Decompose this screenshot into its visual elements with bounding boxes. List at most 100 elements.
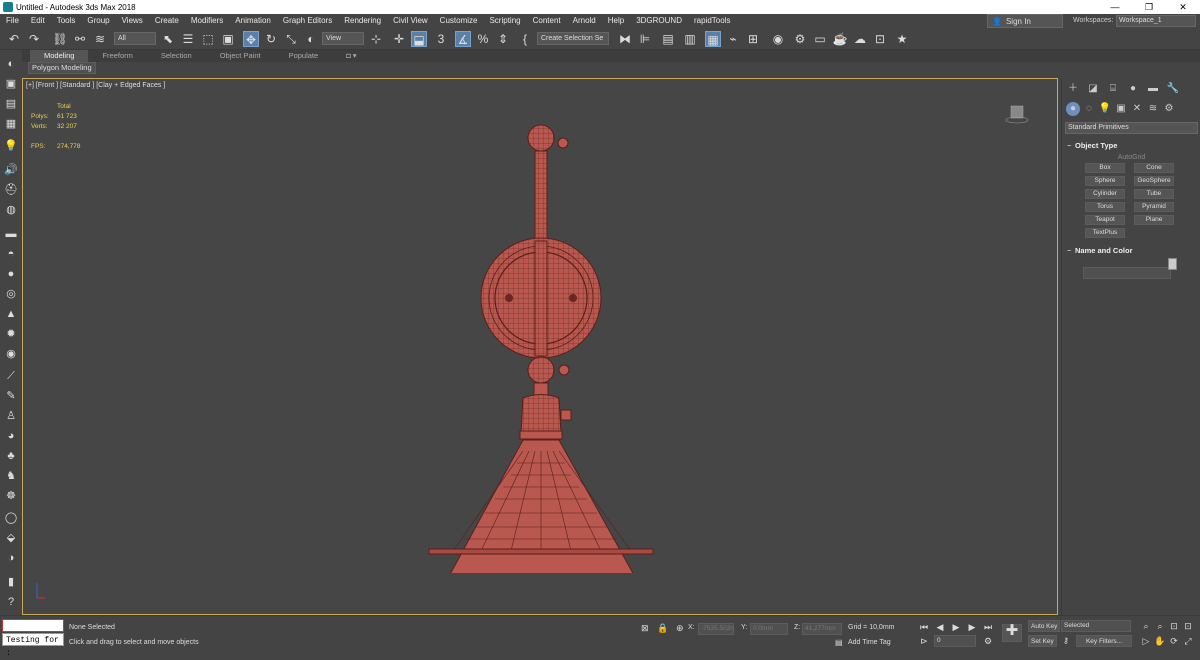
geosphere-button[interactable]: GeoSphere bbox=[1134, 176, 1174, 186]
render-in-cloud-icon[interactable]: ☁ bbox=[852, 31, 868, 47]
menu-scripting[interactable]: Scripting bbox=[483, 14, 526, 28]
previous-frame-icon[interactable]: ◀ bbox=[934, 621, 946, 633]
sky-sphere-icon[interactable]: ◯ bbox=[3, 510, 19, 526]
textplus-button[interactable]: TextPlus bbox=[1085, 228, 1125, 238]
render-setup-icon[interactable]: ⚙ bbox=[792, 31, 808, 47]
selection-lock-icon[interactable]: 🔒 bbox=[657, 623, 668, 634]
toggle-ribbon-icon[interactable]: ▦ bbox=[705, 31, 721, 47]
set-key-mode-button[interactable]: Set Key bbox=[1028, 635, 1057, 647]
isolate-selection-icon[interactable]: ⊠ bbox=[641, 623, 649, 634]
menu-edit[interactable]: Edit bbox=[25, 14, 51, 28]
add-time-tag-button[interactable]: Add Time Tag bbox=[848, 639, 891, 646]
box-button[interactable]: Box bbox=[1085, 163, 1125, 173]
x-coord-field[interactable]: -7535,502n bbox=[698, 623, 734, 635]
undo-icon[interactable]: ↶ bbox=[6, 31, 22, 47]
layout-tab-2-icon[interactable]: ▤ bbox=[3, 96, 19, 112]
motion-tab-icon[interactable]: ● bbox=[1126, 82, 1140, 96]
torus-icon[interactable]: ◎ bbox=[3, 286, 19, 302]
menu-civil-view[interactable]: Civil View bbox=[387, 14, 434, 28]
menu-modifiers[interactable]: Modifiers bbox=[185, 14, 229, 28]
toggle-scene-explorer-icon[interactable]: ▤ bbox=[660, 31, 676, 47]
angle-snap-icon[interactable]: ∡ bbox=[455, 31, 471, 47]
snaps-toggle-icon[interactable]: 3 bbox=[433, 31, 449, 47]
render-icon[interactable]: ◑ bbox=[3, 550, 19, 566]
orbit-icon[interactable]: ⟳ bbox=[1168, 635, 1180, 647]
tab-object-paint[interactable]: Object Paint bbox=[206, 50, 275, 62]
absolute-mode-icon[interactable]: ⊕ bbox=[676, 623, 684, 634]
ruler-icon[interactable]: ⟋ bbox=[3, 368, 19, 384]
globe-icon[interactable]: ◕ bbox=[3, 428, 19, 444]
select-and-move-icon[interactable]: ✥ bbox=[243, 31, 259, 47]
wrench-icon[interactable]: ✎ bbox=[3, 388, 19, 404]
help-icon[interactable]: ? bbox=[3, 594, 19, 610]
figure-icon[interactable]: ♙ bbox=[3, 408, 19, 424]
go-to-start-icon[interactable]: ⏮ bbox=[918, 621, 930, 633]
menu-group[interactable]: Group bbox=[81, 14, 115, 28]
modify-tab-icon[interactable]: ◪ bbox=[1086, 82, 1100, 96]
scripting-icon[interactable]: ★ bbox=[894, 31, 910, 47]
select-manipulate-icon[interactable]: ✛ bbox=[391, 31, 407, 47]
menu-rapidtools[interactable]: rapidTools bbox=[688, 14, 736, 28]
primitive-category-dropdown[interactable]: Standard Primitives bbox=[1065, 122, 1198, 134]
percent-snap-icon[interactable]: % bbox=[475, 31, 491, 47]
reference-coordinate-dropdown[interactable]: View bbox=[322, 32, 364, 45]
object-name-field[interactable] bbox=[1083, 267, 1171, 279]
current-frame-field[interactable]: 0 bbox=[934, 635, 976, 647]
go-to-end-icon[interactable]: ⏭ bbox=[982, 621, 994, 633]
set-key-icon[interactable]: ✚ bbox=[1002, 623, 1022, 642]
object-type-header[interactable]: Object Type bbox=[1065, 140, 1198, 152]
schematic-view-icon[interactable]: ⊞ bbox=[745, 31, 761, 47]
menu-arnold[interactable]: Arnold bbox=[567, 14, 602, 28]
spinner-snap-icon[interactable]: ⇕ bbox=[495, 31, 511, 47]
mesh-tool-icon[interactable]: ⬙ bbox=[3, 530, 19, 546]
autogrid-checkbox[interactable]: AutoGrid bbox=[1065, 154, 1198, 161]
next-frame-icon[interactable]: ▶ bbox=[966, 621, 978, 633]
workspace-dropdown[interactable]: Workspace_1 bbox=[1116, 15, 1196, 27]
play-icon[interactable]: ▶ bbox=[950, 621, 962, 633]
speaker-icon[interactable]: 🔊 bbox=[3, 162, 19, 178]
menu-customize[interactable]: Customize bbox=[434, 14, 484, 28]
create-tab-icon[interactable]: ＋ bbox=[1066, 82, 1080, 96]
cylinder-button[interactable]: Cylinder bbox=[1085, 189, 1125, 199]
material-editor-icon[interactable]: ◉ bbox=[770, 31, 786, 47]
geometry-icon[interactable]: ● bbox=[1066, 102, 1080, 116]
torus-button[interactable]: Torus bbox=[1085, 202, 1125, 212]
layout-tab-1-icon[interactable]: ▣ bbox=[3, 76, 19, 92]
keyboard-shortcut-override-icon[interactable]: ⬓ bbox=[411, 31, 427, 47]
plane-button[interactable]: Plane bbox=[1134, 215, 1174, 225]
polygon-modeling-button[interactable]: Polygon Modeling bbox=[28, 62, 96, 74]
select-and-place-icon[interactable]: ◐ bbox=[303, 31, 319, 47]
teapot-button[interactable]: Teapot bbox=[1085, 215, 1125, 225]
helpers-icon[interactable]: ✕ bbox=[1130, 102, 1144, 116]
menu-tools[interactable]: Tools bbox=[51, 14, 82, 28]
menu-3dground[interactable]: 3DGROUND bbox=[630, 14, 688, 28]
zoom-extents-all-icon[interactable]: ⊡ bbox=[1182, 620, 1194, 632]
unlink-icon[interactable]: ⚯ bbox=[72, 31, 88, 47]
hierarchy-tab-icon[interactable]: ⌸ bbox=[1106, 82, 1120, 96]
helmet-icon[interactable]: ⛑ bbox=[3, 182, 19, 198]
menu-graph-editors[interactable]: Graph Editors bbox=[277, 14, 338, 28]
minimize-button[interactable]: — bbox=[1098, 0, 1132, 14]
ribbon-options-icon[interactable]: ◘ ▾ bbox=[332, 50, 370, 62]
redo-icon[interactable]: ↷ bbox=[26, 31, 42, 47]
menu-file[interactable]: File bbox=[0, 14, 25, 28]
edit-named-selection-icon[interactable]: { bbox=[517, 31, 533, 47]
align-icon[interactable]: ⊫ bbox=[637, 31, 653, 47]
viewcube[interactable] bbox=[1005, 103, 1029, 125]
lamp-model[interactable] bbox=[423, 123, 663, 573]
select-and-rotate-icon[interactable]: ↻ bbox=[263, 31, 279, 47]
render-iterative-icon[interactable]: ⊡ bbox=[872, 31, 888, 47]
name-and-color-header[interactable]: Name and Color bbox=[1065, 245, 1198, 257]
layout-tab-3-icon[interactable]: ▦ bbox=[3, 116, 19, 132]
light-bulb-icon[interactable]: 💡 bbox=[3, 138, 19, 154]
lights-icon[interactable]: 💡 bbox=[1098, 102, 1112, 116]
cameras-icon[interactable]: ▣ bbox=[1114, 102, 1128, 116]
maxscript-mini-listener[interactable]: Testing for : bbox=[2, 633, 64, 658]
select-object-icon[interactable]: ⬉ bbox=[160, 31, 176, 47]
material-ball-icon[interactable]: ◉ bbox=[3, 346, 19, 362]
named-selection-set-dropdown[interactable]: Create Selection Se bbox=[537, 32, 609, 45]
curve-editor-icon[interactable]: ⌁ bbox=[725, 31, 741, 47]
maximize-viewport-icon[interactable]: ⤢ bbox=[1182, 635, 1194, 647]
menu-help[interactable]: Help bbox=[602, 14, 630, 28]
key-selection-dropdown[interactable]: Selected bbox=[1061, 620, 1131, 632]
